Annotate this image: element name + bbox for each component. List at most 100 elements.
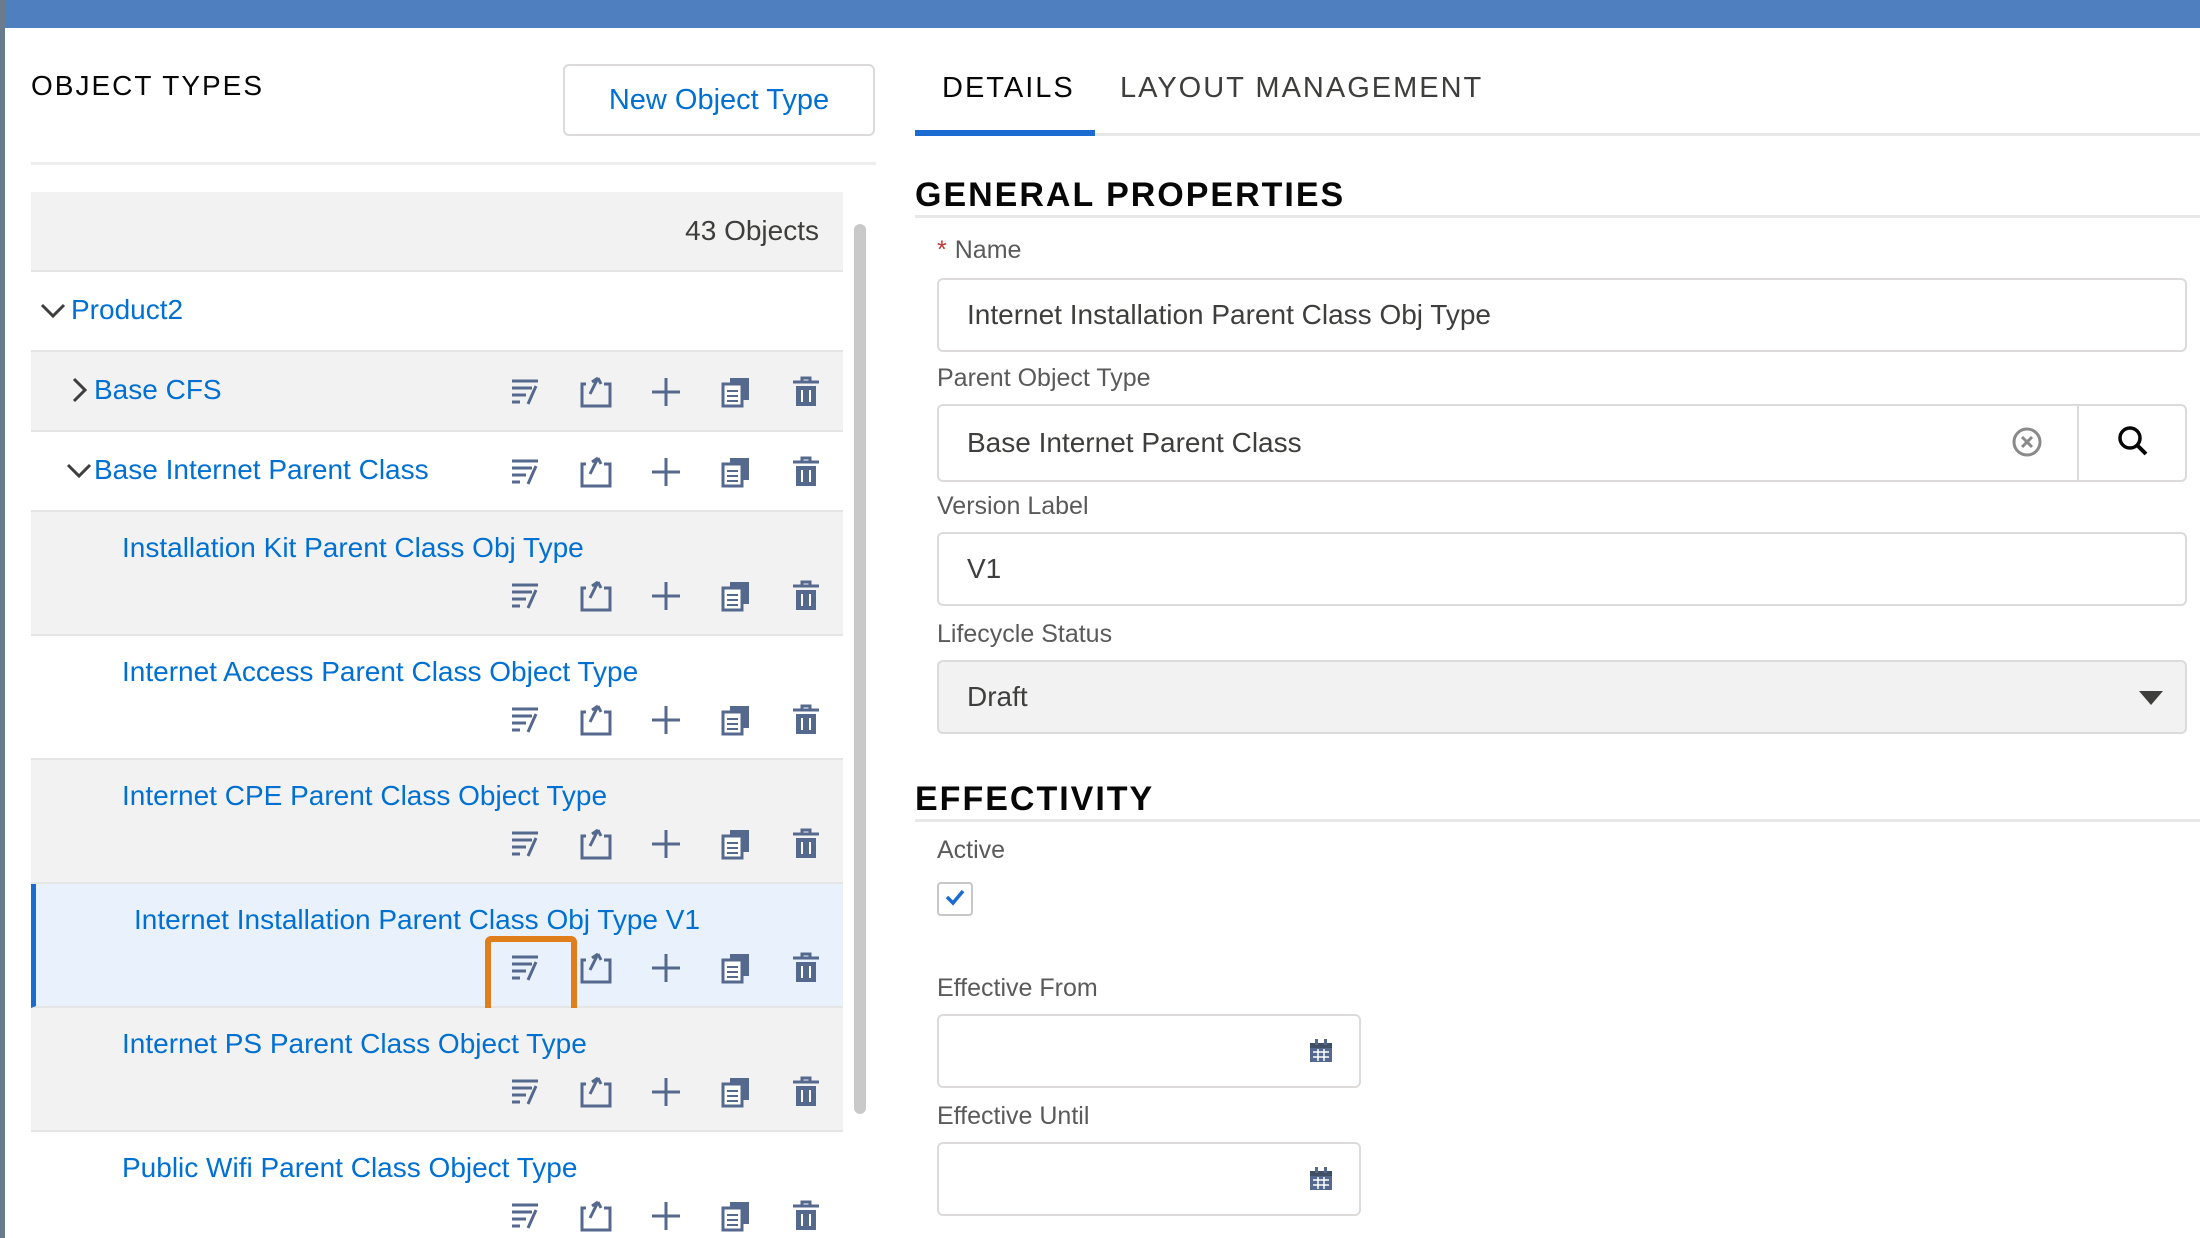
top-banner	[0, 0, 2200, 28]
copy-icon[interactable]	[711, 1070, 761, 1114]
reorder-icon[interactable]	[501, 822, 551, 866]
move-to-icon[interactable]	[571, 450, 621, 494]
version-label-label: Version Label	[937, 492, 1089, 520]
parent-object-type-field[interactable]: Base Internet Parent Class	[937, 404, 2187, 482]
copy-icon[interactable]	[711, 822, 761, 866]
details-panel: DETAILS LAYOUT MANAGEMENT GENERAL PROPER…	[900, 28, 2200, 1238]
tree-item-label[interactable]: Public Wifi Parent Class Object Type	[122, 1152, 577, 1184]
calendar-icon[interactable]	[1306, 1036, 1336, 1066]
copy-icon[interactable]	[711, 574, 761, 618]
panel-title: OBJECT TYPES	[31, 70, 265, 101]
row-actions	[481, 1194, 831, 1238]
reorder-icon[interactable]	[501, 1194, 551, 1238]
tree-item-label[interactable]: Base CFS	[94, 374, 222, 406]
effective-from-label: Effective From	[937, 974, 1098, 1002]
effective-until-label: Effective Until	[937, 1102, 1090, 1130]
clear-icon[interactable]	[2010, 425, 2044, 459]
delete-icon[interactable]	[781, 822, 831, 866]
object-tree: 43 Objects Product2 Base CFS Base Intern…	[31, 192, 843, 1238]
move-to-icon[interactable]	[571, 698, 621, 742]
reorder-icon[interactable]	[501, 370, 551, 414]
tree-item-label[interactable]: Product2	[71, 294, 183, 326]
effective-until-field[interactable]	[937, 1142, 1361, 1216]
active-checkbox[interactable]	[937, 882, 973, 916]
object-count: 43 Objects	[685, 215, 819, 246]
copy-icon[interactable]	[711, 450, 761, 494]
delete-icon[interactable]	[781, 450, 831, 494]
copy-icon[interactable]	[711, 946, 761, 990]
tree-item-internet-access[interactable]: Internet Access Parent Class Object Type	[31, 636, 843, 760]
delete-icon[interactable]	[781, 1194, 831, 1238]
tree-item-label[interactable]: Internet PS Parent Class Object Type	[122, 1028, 587, 1060]
tree-item-product2[interactable]: Product2	[31, 272, 843, 352]
tree-item-base-cfs[interactable]: Base CFS	[31, 352, 843, 432]
lifecycle-status-select[interactable]: Draft	[937, 660, 2187, 734]
add-icon[interactable]	[641, 1194, 691, 1238]
delete-icon[interactable]	[781, 1070, 831, 1114]
add-icon[interactable]	[641, 450, 691, 494]
tree-item-label[interactable]: Internet CPE Parent Class Object Type	[122, 780, 607, 812]
chevron-right-icon[interactable]	[59, 370, 99, 410]
tree-item-label[interactable]: Internet Access Parent Class Object Type	[122, 656, 638, 688]
row-actions	[481, 936, 831, 1014]
reorder-icon[interactable]	[501, 450, 551, 494]
add-icon[interactable]	[641, 698, 691, 742]
copy-icon[interactable]	[711, 698, 761, 742]
reorder-icon[interactable]	[501, 1070, 551, 1114]
delete-icon[interactable]	[781, 698, 831, 742]
move-to-icon[interactable]	[571, 1194, 621, 1238]
delete-icon[interactable]	[781, 370, 831, 414]
tree-item-internet-installation-selected[interactable]: Internet Installation Parent Class Obj T…	[31, 884, 843, 1014]
lifecycle-status-label: Lifecycle Status	[937, 620, 1113, 648]
scrollbar-thumb[interactable]	[854, 224, 866, 1114]
parent-object-type-value: Base Internet Parent Class	[967, 427, 1302, 458]
delete-icon[interactable]	[781, 574, 831, 618]
section-title-general: GENERAL PROPERTIES	[915, 176, 1346, 214]
move-to-icon[interactable]	[571, 574, 621, 618]
name-field[interactable]: Internet Installation Parent Class Obj T…	[937, 278, 2187, 352]
chevron-down-icon[interactable]	[33, 290, 73, 330]
caret-down-icon[interactable]	[2135, 684, 2167, 712]
copy-icon[interactable]	[711, 370, 761, 414]
active-label: Active	[937, 836, 1006, 864]
reorder-icon[interactable]	[501, 574, 551, 618]
checkmark-icon	[944, 887, 966, 912]
tree-item-internet-ps[interactable]: Internet PS Parent Class Object Type	[31, 1008, 843, 1132]
reorder-icon[interactable]	[485, 936, 577, 1014]
tree-item-internet-cpe[interactable]: Internet CPE Parent Class Object Type	[31, 760, 843, 884]
divider	[915, 819, 2200, 822]
copy-icon[interactable]	[711, 1194, 761, 1238]
tree-item-label[interactable]: Internet Installation Parent Class Obj T…	[134, 904, 700, 936]
active-tab-indicator	[915, 130, 1095, 136]
tab-details[interactable]: DETAILS	[942, 72, 1075, 105]
parent-object-type-label: Parent Object Type	[937, 364, 1151, 392]
reorder-icon[interactable]	[501, 698, 551, 742]
tree-item-installation-kit[interactable]: Installation Kit Parent Class Obj Type	[31, 512, 843, 636]
move-to-icon[interactable]	[571, 370, 621, 414]
add-icon[interactable]	[641, 946, 691, 990]
tree-item-label[interactable]: Base Internet Parent Class	[94, 454, 429, 486]
effective-from-field[interactable]	[937, 1014, 1361, 1088]
calendar-icon[interactable]	[1306, 1164, 1336, 1194]
version-label-field[interactable]: V1	[937, 532, 2187, 606]
move-to-icon[interactable]	[571, 822, 621, 866]
new-object-type-button[interactable]: New Object Type	[563, 64, 875, 136]
name-label: * Name	[937, 236, 1022, 264]
add-icon[interactable]	[641, 574, 691, 618]
tree-item-base-internet-parent-class[interactable]: Base Internet Parent Class	[31, 432, 843, 512]
row-actions	[481, 698, 831, 742]
move-to-icon[interactable]	[571, 1070, 621, 1114]
tree-item-public-wifi[interactable]: Public Wifi Parent Class Object Type	[31, 1132, 843, 1238]
tab-layout-management[interactable]: LAYOUT MANAGEMENT	[1120, 72, 1483, 105]
lifecycle-status-value: Draft	[967, 681, 1028, 712]
tree-header: 43 Objects	[31, 192, 843, 272]
move-to-icon[interactable]	[571, 946, 621, 990]
add-icon[interactable]	[641, 1070, 691, 1114]
chevron-down-icon[interactable]	[59, 450, 99, 490]
search-icon	[2115, 423, 2151, 464]
delete-icon[interactable]	[781, 946, 831, 990]
search-button[interactable]	[2077, 406, 2187, 480]
tree-item-label[interactable]: Installation Kit Parent Class Obj Type	[122, 532, 584, 564]
add-icon[interactable]	[641, 370, 691, 414]
add-icon[interactable]	[641, 822, 691, 866]
